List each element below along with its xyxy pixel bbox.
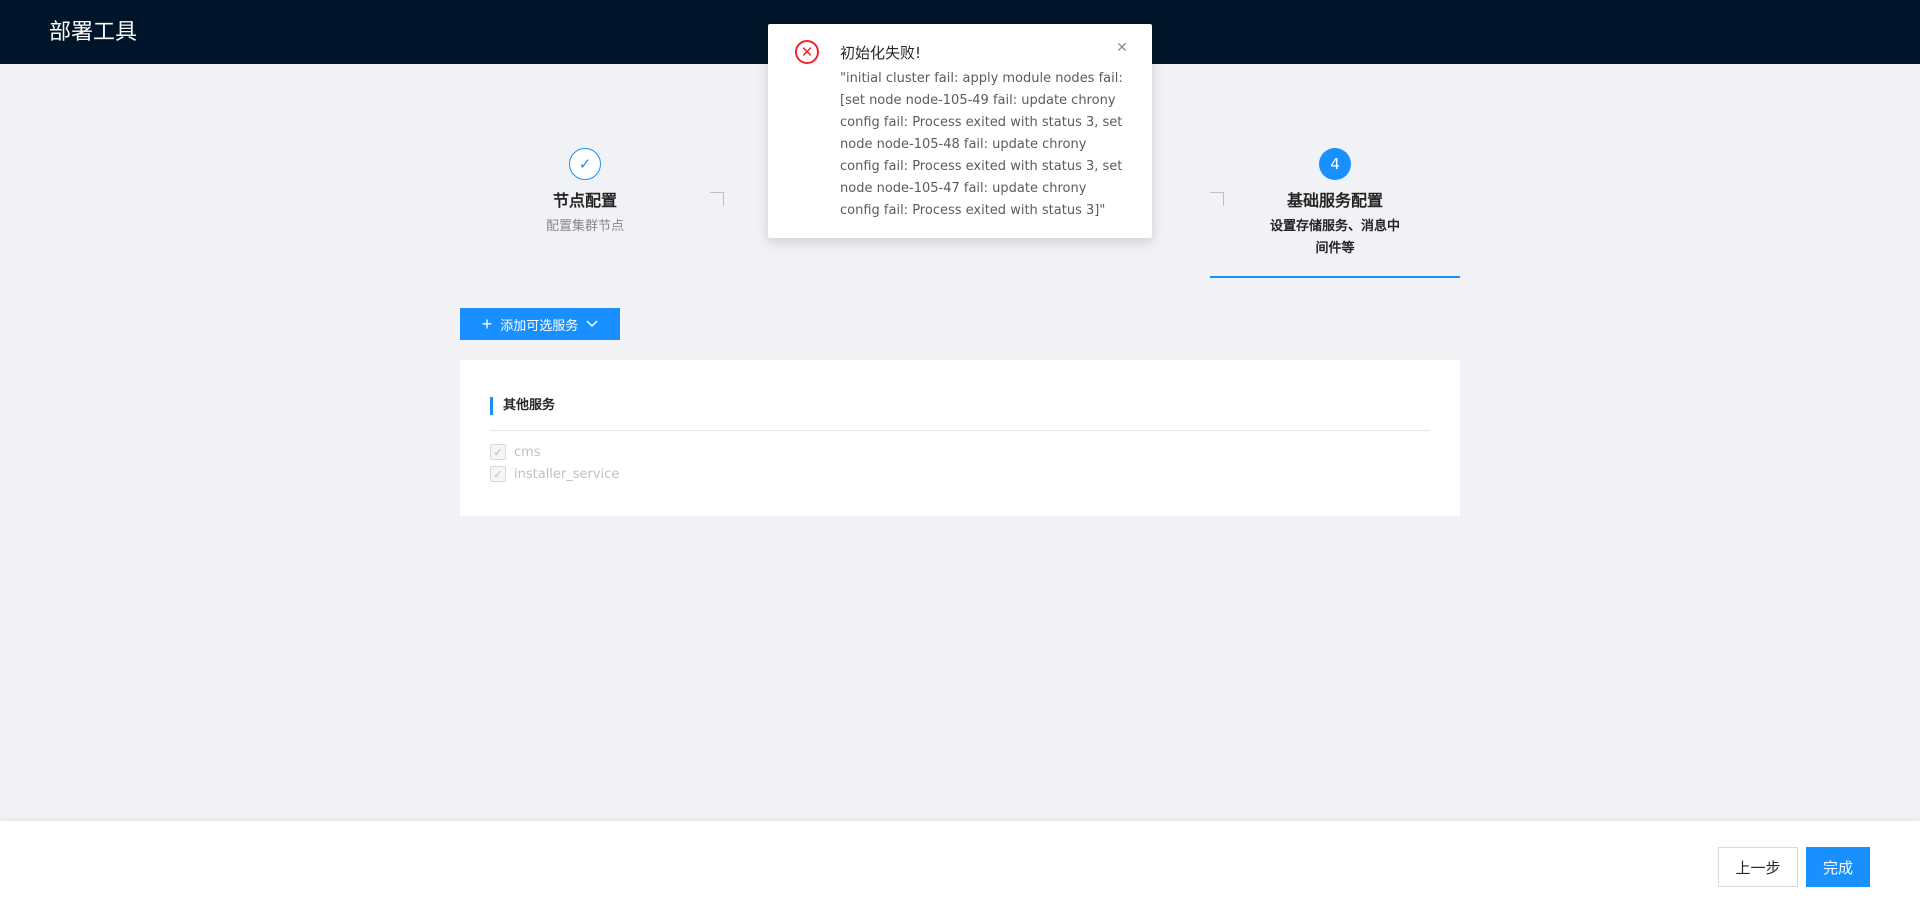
checkbox-checked-disabled[interactable]: ✓ bbox=[490, 444, 506, 460]
step-description: 设置存储服务、消息中间件等 bbox=[1270, 219, 1401, 256]
error-circle-icon: ✕ bbox=[795, 40, 819, 64]
add-optional-service-button[interactable]: + 添加可选服务 bbox=[460, 308, 620, 340]
error-notification: ✕ 初始化失败! ✕ "initial cluster fail: apply … bbox=[768, 24, 1152, 238]
step-title: 基础服务配置 bbox=[1286, 191, 1383, 210]
check-icon: ✓ bbox=[569, 148, 601, 180]
other-services-panel: 其他服务 ✓ cms ✓ installer_service bbox=[460, 360, 1460, 516]
app-title: 部署工具 bbox=[49, 20, 138, 45]
step-number-icon: 4 bbox=[1319, 148, 1351, 180]
finish-button[interactable]: 完成 bbox=[1806, 847, 1870, 887]
plus-icon: + bbox=[481, 314, 493, 334]
divider bbox=[490, 430, 1430, 431]
step-description: 配置集群节点 bbox=[545, 219, 624, 234]
service-name: cms bbox=[514, 444, 541, 460]
footer-bar bbox=[0, 821, 1920, 911]
panel-title: 其他服务 bbox=[490, 397, 555, 415]
service-item-installer-service[interactable]: ✓ installer_service bbox=[490, 464, 619, 484]
notification-message: "initial cluster fail: apply module node… bbox=[840, 71, 1123, 218]
checkbox-checked-disabled[interactable]: ✓ bbox=[490, 466, 506, 482]
previous-step-button[interactable]: 上一步 bbox=[1718, 847, 1798, 887]
notification-title: 初始化失败! bbox=[840, 44, 922, 62]
service-item-cms[interactable]: ✓ cms bbox=[490, 442, 541, 462]
step-basic-services[interactable]: 4 基础服务配置 设置存储服务、消息中间件等 bbox=[1210, 148, 1460, 260]
close-icon[interactable]: ✕ bbox=[1114, 40, 1130, 58]
step-node-config[interactable]: ✓ 节点配置 配置集群节点 bbox=[460, 148, 710, 238]
chevron-down-icon bbox=[586, 320, 598, 328]
service-name: installer_service bbox=[514, 466, 620, 482]
step-title: 节点配置 bbox=[552, 191, 617, 210]
active-step-underline bbox=[1210, 276, 1460, 278]
add-service-label: 添加可选服务 bbox=[500, 317, 579, 333]
